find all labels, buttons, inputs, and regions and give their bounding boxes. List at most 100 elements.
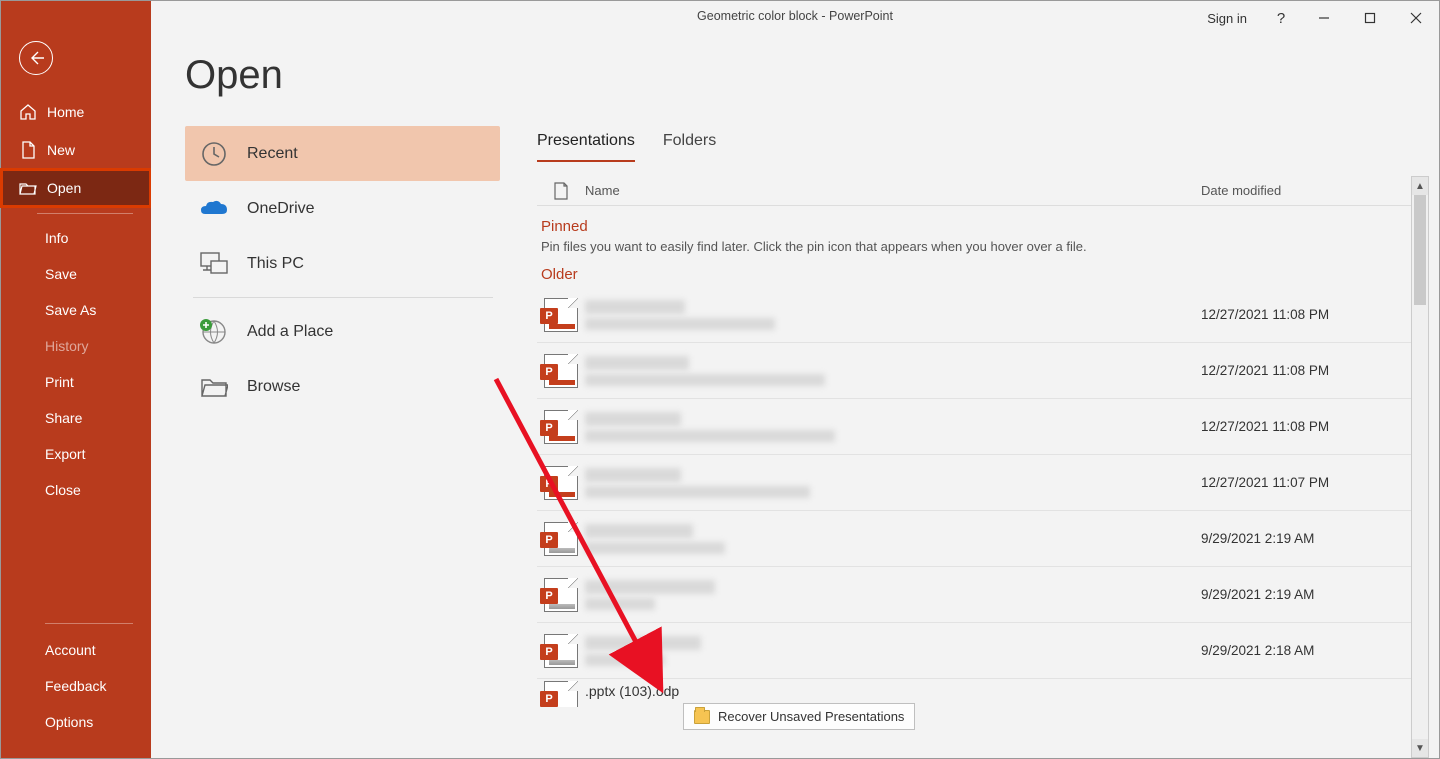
pptx-file-icon: P [544, 298, 578, 332]
onedrive-icon [199, 194, 229, 224]
page-title: Open [185, 53, 1439, 98]
nav-divider-bottom [45, 623, 133, 624]
file-row-partial[interactable]: P .pptx (103).odp [537, 679, 1411, 707]
file-row[interactable]: P 12/27/2021 11:08 PM [537, 287, 1411, 343]
file-row[interactable]: P 9/29/2021 2:19 AM [537, 511, 1411, 567]
file-path-redacted [585, 542, 725, 554]
file-path-redacted [585, 598, 655, 610]
file-path-redacted [585, 486, 810, 498]
nav-open-label: Open [47, 180, 81, 196]
file-row[interactable]: P 9/29/2021 2:19 AM [537, 567, 1411, 623]
pptx-file-icon: P [544, 354, 578, 388]
pptx-file-icon: P [544, 466, 578, 500]
nav-feedback[interactable]: Feedback [1, 668, 151, 704]
home-icon [19, 103, 37, 121]
back-button[interactable] [19, 41, 53, 75]
file-row[interactable]: P 12/27/2021 11:07 PM [537, 455, 1411, 511]
nav-history: History [1, 328, 151, 364]
file-row[interactable]: P 12/27/2021 11:08 PM [537, 399, 1411, 455]
nav-new-label: New [47, 142, 75, 158]
nav-new[interactable]: New [1, 131, 151, 169]
place-onedrive-label: OneDrive [247, 200, 315, 218]
minimize-icon [1318, 12, 1330, 24]
recover-unsaved-label: Recover Unsaved Presentations [718, 709, 904, 724]
place-this-pc-label: This PC [247, 255, 304, 273]
pptx-file-icon: P [544, 634, 578, 668]
places-list: Recent OneDrive This PC Add a Place [151, 126, 501, 758]
pptx-file-icon: P [544, 578, 578, 612]
place-add[interactable]: Add a Place [185, 304, 500, 359]
close-icon [1410, 12, 1422, 24]
file-tabs: Presentations Folders [537, 128, 1429, 162]
place-add-label: Add a Place [247, 323, 333, 341]
pinned-heading: Pinned [541, 218, 1411, 235]
file-name-redacted [585, 412, 681, 426]
list-header-row: Name Date modified [537, 176, 1411, 206]
nav-open[interactable]: Open [1, 169, 151, 207]
file-name-redacted [585, 580, 715, 594]
recover-unsaved-button[interactable]: Recover Unsaved Presentations [683, 703, 915, 730]
place-browse[interactable]: Browse [185, 359, 500, 414]
file-date: 12/27/2021 11:07 PM [1201, 475, 1411, 490]
scroll-down-button[interactable]: ▼ [1412, 739, 1428, 757]
nav-share[interactable]: Share [1, 400, 151, 436]
nav-print[interactable]: Print [1, 364, 151, 400]
tab-folders[interactable]: Folders [663, 128, 716, 162]
file-listing-panel: Presentations Folders Name Date modified… [501, 126, 1439, 758]
maximize-button[interactable] [1347, 1, 1393, 35]
file-date: 12/27/2021 11:08 PM [1201, 419, 1411, 434]
header-name[interactable]: Name [585, 183, 1201, 198]
folder-icon [694, 710, 710, 724]
file-name-redacted [585, 300, 685, 314]
place-this-pc[interactable]: This PC [185, 236, 500, 291]
nav-options[interactable]: Options [1, 704, 151, 740]
file-name-redacted [585, 356, 689, 370]
nav-home[interactable]: Home [1, 93, 151, 131]
pptx-file-icon: P [544, 522, 578, 556]
header-file-icon[interactable] [537, 182, 585, 200]
clock-icon [199, 139, 229, 169]
places-divider [193, 297, 493, 298]
place-recent-label: Recent [247, 145, 298, 163]
file-row[interactable]: P 12/27/2021 11:08 PM [537, 343, 1411, 399]
file-date: 9/29/2021 2:19 AM [1201, 531, 1411, 546]
recent-file-list: Name Date modified Pinned Pin files you … [537, 176, 1411, 758]
browse-folder-icon [199, 372, 229, 402]
place-recent[interactable]: Recent [185, 126, 500, 181]
scroll-up-button[interactable]: ▲ [1412, 177, 1428, 195]
place-onedrive[interactable]: OneDrive [185, 181, 500, 236]
file-row[interactable]: P 9/29/2021 2:18 AM [537, 623, 1411, 679]
nav-export[interactable]: Export [1, 436, 151, 472]
pptx-file-icon: P [544, 410, 578, 444]
nav-account[interactable]: Account [1, 632, 151, 668]
nav-info[interactable]: Info [1, 220, 151, 256]
tab-presentations[interactable]: Presentations [537, 128, 635, 162]
file-list-scrollbar[interactable]: ▲ ▼ [1411, 176, 1429, 758]
file-name-partial: .pptx (103).odp [585, 683, 1201, 699]
file-name-redacted [585, 524, 693, 538]
nav-close[interactable]: Close [1, 472, 151, 508]
nav-save[interactable]: Save [1, 256, 151, 292]
scroll-thumb[interactable] [1414, 195, 1426, 305]
main-area: Geometric color block - PowerPoint Sign … [151, 1, 1439, 758]
this-pc-icon [199, 249, 229, 279]
sign-in-link[interactable]: Sign in [1193, 11, 1261, 26]
backstage-sidebar: Home New Open Info Save Save As History … [1, 1, 151, 758]
window-title: Geometric color block - PowerPoint [697, 9, 893, 23]
older-heading: Older [541, 266, 1411, 283]
nav-divider [37, 213, 133, 214]
pptx-file-icon: P [544, 681, 578, 707]
close-window-button[interactable] [1393, 1, 1439, 35]
file-date: 12/27/2021 11:08 PM [1201, 363, 1411, 378]
file-date: 12/27/2021 11:08 PM [1201, 307, 1411, 322]
place-browse-label: Browse [247, 378, 300, 396]
file-path-redacted [585, 430, 835, 442]
nav-save-as[interactable]: Save As [1, 292, 151, 328]
file-path-redacted [585, 318, 775, 330]
header-date[interactable]: Date modified [1201, 183, 1411, 198]
scroll-track[interactable] [1412, 195, 1428, 739]
file-path-redacted [585, 654, 665, 666]
help-button[interactable]: ? [1261, 10, 1301, 27]
open-folder-icon [19, 179, 37, 197]
minimize-button[interactable] [1301, 1, 1347, 35]
